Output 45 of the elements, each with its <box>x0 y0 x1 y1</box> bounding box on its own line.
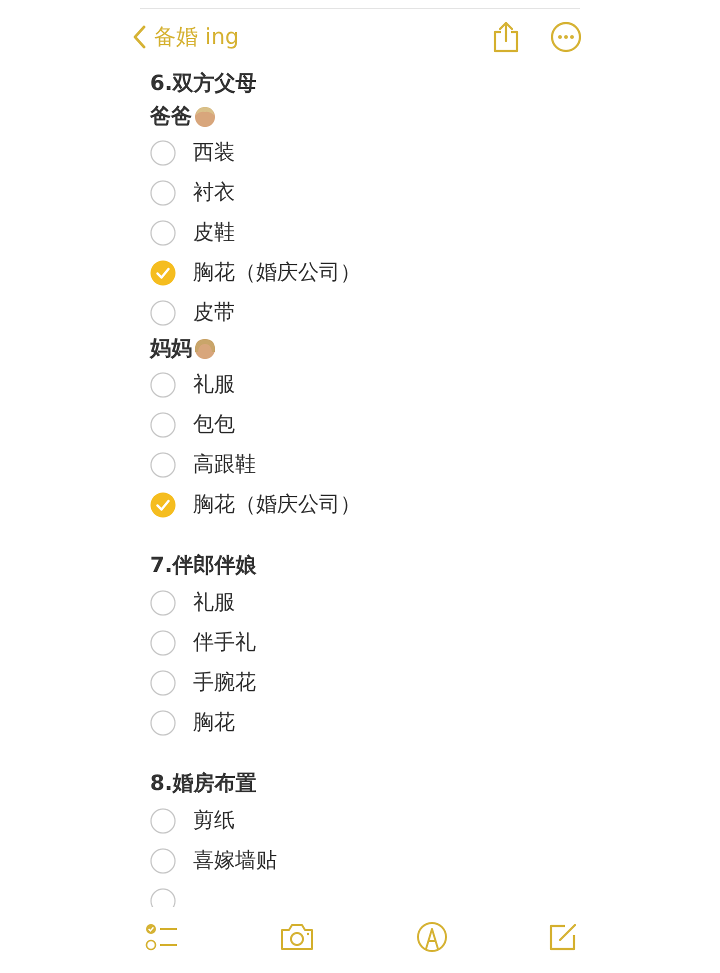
checkbox-circle-icon[interactable] <box>150 140 176 166</box>
checklist-item: 衬衣 <box>193 179 235 206</box>
pen-tip-icon[interactable] <box>416 921 448 953</box>
section-heading: 7.伴郎伴娘 <box>150 552 257 578</box>
checkbox-circle-icon[interactable] <box>150 710 176 736</box>
checkbox-circle-icon[interactable] <box>150 300 176 326</box>
checked-circle-icon[interactable] <box>150 492 176 518</box>
checklist-icon[interactable] <box>145 922 179 952</box>
person-heading: 爸爸 <box>150 103 192 130</box>
checklist-item: 礼服 <box>193 589 235 616</box>
checklist-item: 手腕花 <box>193 669 256 696</box>
checkbox-circle-icon[interactable] <box>150 670 176 696</box>
checklist-item: 伴手礼 <box>193 629 256 656</box>
checklist-item: 胸花（婚庆公司） <box>193 491 361 518</box>
checkbox-circle-icon[interactable] <box>150 372 176 398</box>
section-heading: 6.双方父母 <box>150 70 257 96</box>
checkbox-circle-icon[interactable] <box>150 412 176 438</box>
share-icon[interactable] <box>492 21 520 53</box>
checkbox-circle-icon[interactable] <box>150 180 176 206</box>
person-heading: 妈妈 <box>150 335 192 362</box>
checklist-item: 胸花（婚庆公司） <box>193 259 361 286</box>
checkbox-circle-icon[interactable] <box>150 452 176 478</box>
chevron-left-icon <box>132 25 146 49</box>
checkbox-circle-icon[interactable] <box>150 848 176 874</box>
person-icon <box>194 106 216 128</box>
checklist-item: 西装 <box>193 139 235 166</box>
more-icon[interactable] <box>550 21 582 53</box>
checklist-item: 皮带 <box>193 299 235 326</box>
camera-icon[interactable] <box>279 922 316 952</box>
checklist-item: 剪纸 <box>193 807 235 834</box>
checklist-item: 包包 <box>193 411 235 438</box>
checkbox-circle-icon[interactable] <box>150 808 176 834</box>
checklist-item: 礼服 <box>193 371 235 398</box>
person-icon <box>194 338 216 360</box>
compose-icon[interactable] <box>548 922 578 952</box>
section-heading: 8.婚房布置 <box>150 770 257 796</box>
checkbox-circle-icon[interactable] <box>150 630 176 656</box>
checklist-item: 胸花 <box>193 709 235 736</box>
checklist-item: 高跟鞋 <box>193 451 256 478</box>
checkbox-circle-icon[interactable] <box>150 590 176 616</box>
back-button[interactable]: 备婚 ing <box>132 20 240 54</box>
checkbox-circle-icon[interactable] <box>150 220 176 246</box>
checklist-item: 皮鞋 <box>193 219 235 246</box>
checklist-item: 喜嫁墙贴 <box>193 847 277 874</box>
checked-circle-icon[interactable] <box>150 260 176 286</box>
